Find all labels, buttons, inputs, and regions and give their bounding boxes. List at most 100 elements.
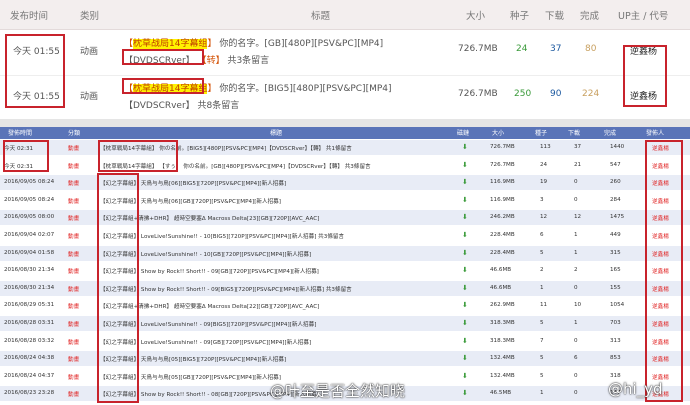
row-seed: 7 — [540, 337, 544, 344]
highlight-box-group — [98, 140, 178, 172]
magnet-download-icon[interactable]: ⬇ — [462, 161, 468, 169]
row-time: 2016/09/04 01:58 — [4, 249, 55, 256]
row-title[interactable]: 【枕草战局14字幕组】 你的名字。[GB][480P][PSV&PC][MP4] — [124, 36, 383, 49]
row-category[interactable]: 動畫 — [68, 214, 79, 222]
row-download: 0 — [574, 390, 578, 397]
header-size: 大小 — [492, 130, 505, 137]
row-seed: 1 — [540, 390, 544, 397]
row-category[interactable]: 动画 — [80, 44, 98, 57]
row-done: 313 — [610, 337, 621, 344]
magnet-download-icon[interactable]: ⬇ — [462, 354, 468, 362]
row-category[interactable]: 動畫 — [68, 302, 79, 310]
row-download: 0 — [574, 179, 578, 186]
row-seed: 2 — [540, 267, 544, 274]
magnet-download-icon[interactable]: ⬇ — [462, 266, 468, 274]
top-torrent-table: 发布时间 类别 标题 大小 种子 下载 完成 UP主 / 代号 今天 01:55… — [0, 0, 690, 119]
row-time: 2016/09/05 08:00 — [4, 214, 55, 221]
magnet-download-icon[interactable]: ⬇ — [462, 143, 468, 151]
row-done: 318 — [610, 372, 621, 379]
table-row[interactable]: 今天 01:55 动画 【枕草战局14字幕组】 你的名字。[GB][480P][… — [0, 31, 690, 75]
row-seed: 24 — [540, 161, 548, 168]
row-done: 155 — [610, 284, 621, 291]
magnet-download-icon[interactable]: ⬇ — [462, 231, 468, 239]
row-size: 726.7MB — [458, 89, 498, 99]
magnet-download-icon[interactable]: ⬇ — [462, 284, 468, 292]
row-seed: 5 — [540, 249, 544, 256]
row-category[interactable]: 動畫 — [68, 267, 79, 275]
magnet-download-icon[interactable]: ⬇ — [462, 319, 468, 327]
row-size: 116.9MB — [490, 196, 515, 203]
row-download: 21 — [574, 161, 582, 168]
table-row[interactable]: 今天 01:55 动画 【枕草战局14字幕组】 你的名字。[BIG5][480P… — [0, 75, 690, 119]
row-size: 132.4MB — [490, 372, 515, 379]
header-download: 下載 — [568, 130, 581, 137]
magnet-download-icon[interactable]: ⬇ — [462, 301, 468, 309]
magnet-download-icon[interactable]: ⬇ — [462, 213, 468, 221]
top-table-header: 发布时间 类别 标题 大小 种子 下载 完成 UP主 / 代号 — [0, 0, 690, 30]
header-size: 大小 — [466, 11, 486, 22]
row-download: 1 — [574, 320, 578, 326]
header-category: 类别 — [80, 11, 100, 22]
fansub-group: 枕草战局14字幕组 — [133, 39, 208, 49]
row-size: 262.9MB — [490, 302, 515, 309]
header-category: 分類 — [68, 130, 81, 137]
row-size: 228.4MB — [490, 249, 515, 256]
magnet-download-icon[interactable]: ⬇ — [462, 389, 468, 397]
row-download: 37 — [574, 144, 582, 150]
row-time: 2016/08/29 05:31 — [4, 302, 55, 309]
magnet-download-icon[interactable]: ⬇ — [462, 249, 468, 257]
row-category[interactable]: 動畫 — [68, 250, 79, 258]
row-category[interactable]: 動畫 — [68, 320, 79, 328]
row-download: 1 — [574, 232, 578, 238]
header-done: 完成 — [604, 130, 617, 137]
highlight-box-group — [97, 173, 139, 403]
comment-count[interactable]: 共3条留言 — [225, 56, 269, 66]
row-category[interactable]: 動畫 — [68, 162, 79, 170]
row-done: 1475 — [610, 214, 625, 221]
row-seed: 3 — [540, 196, 544, 203]
magnet-download-icon[interactable]: ⬇ — [462, 178, 468, 186]
row-download: 90 — [550, 89, 562, 99]
row-download: 0 — [574, 284, 578, 291]
image-separator — [0, 119, 690, 127]
row-category[interactable]: 動畫 — [68, 197, 79, 205]
row-size: 246.2MB — [490, 214, 515, 221]
row-seed: 1 — [540, 284, 544, 291]
row-category[interactable]: 動畫 — [68, 355, 79, 363]
row-time: 2016/08/23 23:28 — [4, 390, 55, 397]
row-category[interactable]: 動畫 — [68, 373, 79, 381]
row-time: 2016/09/05 08:24 — [4, 196, 55, 203]
row-done: 1054 — [610, 302, 625, 309]
header-title: 标题 — [311, 11, 331, 22]
magnet-download-icon[interactable]: ⬇ — [462, 372, 468, 380]
comment-count[interactable]: 共8条留言 — [195, 101, 240, 111]
row-done: 260 — [610, 179, 621, 186]
highlight-box-time — [5, 34, 65, 108]
row-download: 0 — [574, 337, 578, 344]
row-done: 80 — [585, 44, 597, 54]
row-seed: 5 — [540, 320, 544, 326]
row-category[interactable]: 動畫 — [68, 144, 79, 152]
row-category[interactable]: 動畫 — [68, 232, 79, 240]
watermark-handle: @hi_yd — [608, 380, 663, 398]
title-text: 你的名字。[BIG5][480P][PSV&PC][MP4] — [216, 84, 392, 94]
header-uploader: 發佈人 — [646, 130, 665, 137]
row-size: 726.7MB — [458, 44, 498, 54]
row-size: 318.3MB — [490, 337, 515, 344]
row-download: 0 — [574, 372, 578, 379]
row-time: 2016/08/24 04:37 — [4, 372, 55, 379]
row-seed: 19 — [540, 179, 548, 186]
magnet-download-icon[interactable]: ⬇ — [462, 337, 468, 345]
bottom-table-header: 發佈時間 分類 標題 磁鏈 大小 種子 下載 完成 發佈人 — [0, 127, 690, 139]
row-time: 2016/08/28 03:32 — [4, 337, 55, 344]
row-time: 2016/08/30 21:34 — [4, 284, 55, 291]
row-category[interactable]: 動畫 — [68, 179, 79, 187]
row-category[interactable]: 動畫 — [68, 390, 79, 398]
magnet-download-icon[interactable]: ⬇ — [462, 196, 468, 204]
row-seed: 5 — [540, 372, 544, 379]
row-category[interactable]: 動畫 — [68, 338, 79, 346]
highlight-box-time — [3, 140, 49, 172]
row-category[interactable]: 動畫 — [68, 285, 79, 293]
title-tag: 【DVDSCRver】 — [124, 101, 195, 111]
row-category[interactable]: 动画 — [80, 89, 98, 102]
